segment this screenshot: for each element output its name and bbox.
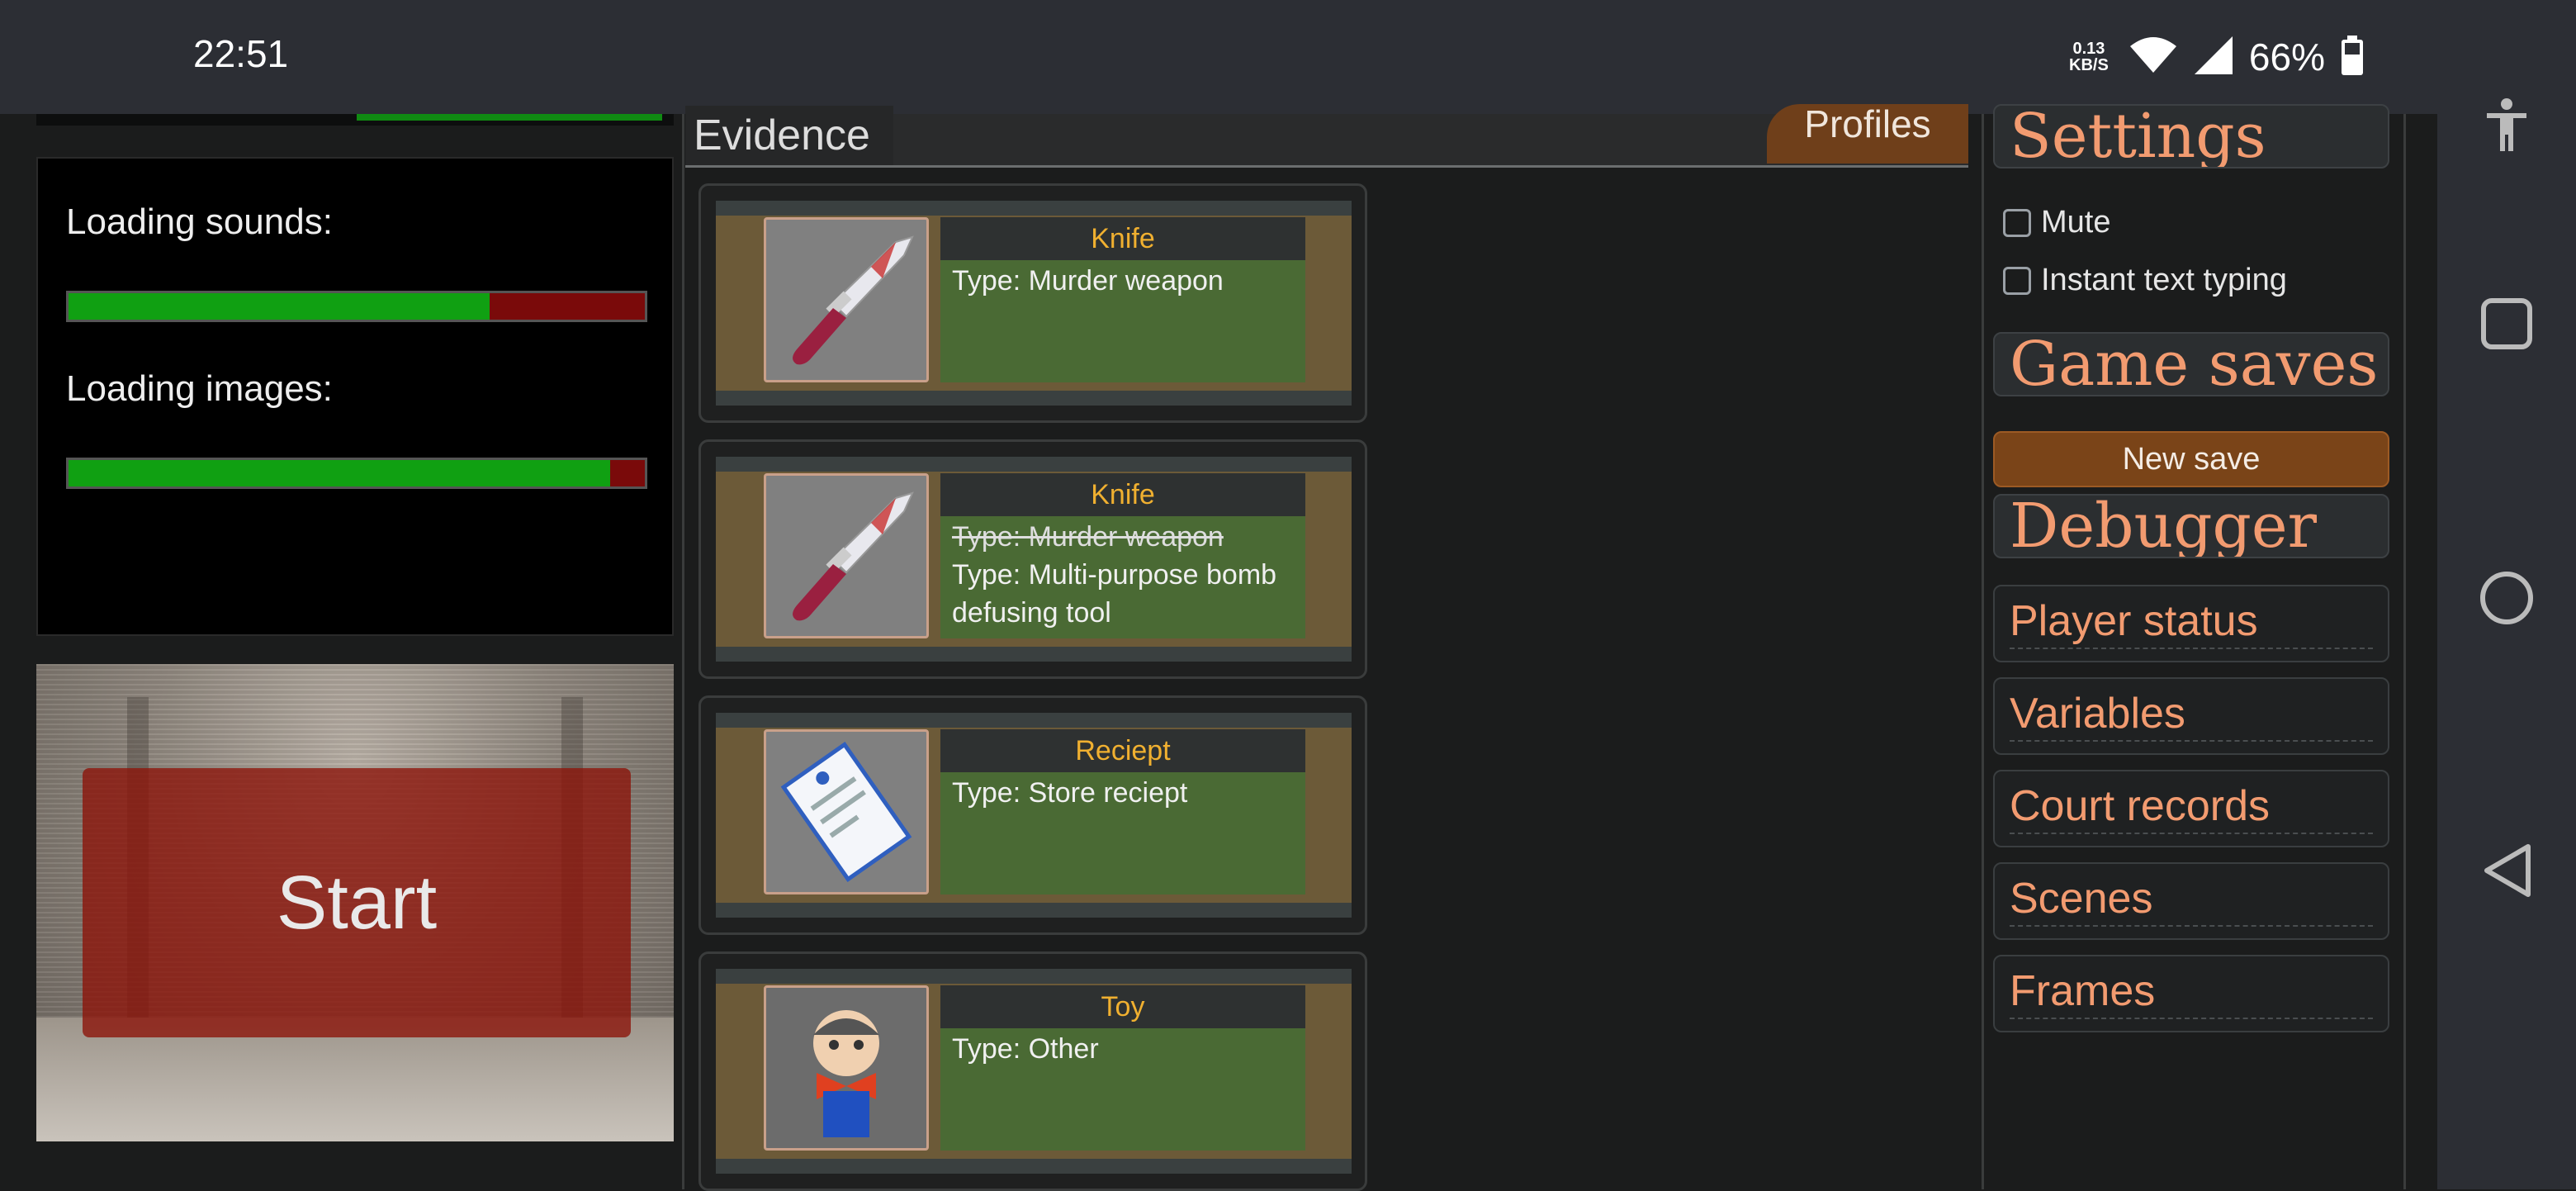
debugger-item-court-records[interactable]: Court records	[1993, 770, 2389, 847]
debugger-item-scenes[interactable]: Scenes	[1993, 862, 2389, 940]
back-icon[interactable]	[2474, 837, 2540, 904]
tab-profiles[interactable]: Profiles	[1767, 104, 1968, 164]
evidence-info: Reciept Type: Store reciept	[940, 729, 1305, 894]
loading-images-bar	[66, 458, 647, 489]
evidence-item[interactable]: Reciept Type: Store reciept	[698, 695, 1367, 935]
loading-sounds-bar	[66, 291, 647, 322]
debugger-item-variables[interactable]: Variables	[1993, 677, 2389, 755]
instant-text-checkbox[interactable]	[2003, 266, 2031, 295]
status-bar: 22:51 0.13 KB/S 66%	[0, 0, 2576, 114]
debugger-item-frames[interactable]: Frames	[1993, 955, 2389, 1032]
settings-heading: Settings	[1993, 104, 2389, 168]
recents-icon[interactable]	[2474, 291, 2540, 357]
evidence-name: Knife	[940, 217, 1305, 260]
battery-icon	[2340, 35, 2365, 80]
instant-text-option[interactable]: Instant text typing	[2003, 263, 2287, 298]
loading-images-fill	[69, 460, 611, 486]
evidence-info: Knife Type: Murder weapon Type: Multi-pu…	[940, 473, 1305, 638]
debugger-heading: Debugger	[1993, 494, 2389, 558]
mute-option[interactable]: Mute	[2003, 205, 2110, 240]
evidence-item[interactable]: Knife Type: Murder weapon Type: Multi-pu…	[698, 439, 1367, 679]
mute-checkbox[interactable]	[2003, 208, 2031, 237]
toy-icon	[764, 985, 929, 1151]
debugger-item-player-status[interactable]: Player status	[1993, 585, 2389, 662]
loading-sounds-fill	[69, 293, 490, 320]
evidence-info: Toy Type: Other	[940, 985, 1305, 1151]
network-speed: 0.13 KB/S	[2069, 40, 2109, 74]
loading-sounds-label: Loading sounds:	[66, 202, 333, 242]
loading-images-label: Loading images:	[66, 368, 333, 409]
mute-label: Mute	[2041, 205, 2111, 240]
loading-panel: Loading sounds: Loading images:	[36, 157, 674, 636]
evidence-description: Type: Store reciept	[952, 777, 1188, 809]
evidence-description: Type: Other	[952, 1033, 1099, 1065]
signal-icon	[2193, 35, 2234, 80]
evidence-info: Knife Type: Murder weapon	[940, 217, 1305, 382]
top-progress-strip	[36, 114, 674, 126]
evidence-description: Type: Murder weapon Type: Multi-purpose …	[940, 516, 1305, 633]
start-button[interactable]: Start	[83, 768, 631, 1037]
battery-percent: 66%	[2248, 36, 2325, 78]
status-icons: 0.13 KB/S 66%	[2064, 30, 2365, 84]
game-saves-heading: Game saves	[1993, 332, 2389, 396]
receipt-icon	[764, 729, 929, 894]
home-icon[interactable]	[2474, 565, 2540, 631]
knife-icon	[764, 217, 929, 382]
tab-evidence[interactable]: Evidence	[685, 106, 893, 165]
evidence-item[interactable]: Toy Type: Other	[698, 951, 1367, 1191]
knife-icon	[764, 473, 929, 638]
clock: 22:51	[193, 32, 289, 75]
panel-divider	[682, 114, 684, 1189]
instant-text-label: Instant text typing	[2041, 263, 2287, 297]
new-save-button[interactable]: New save	[1993, 431, 2389, 487]
struck-description: Type: Murder weapon	[952, 521, 1224, 553]
evidence-name: Toy	[940, 985, 1305, 1028]
title-screen: Start	[36, 664, 674, 1141]
navigation-bar	[2437, 0, 2576, 1189]
evidence-name: Reciept	[940, 729, 1305, 772]
evidence-description: Type: Murder weapon	[952, 265, 1224, 297]
evidence-name: Knife	[940, 473, 1305, 516]
wifi-icon	[2129, 35, 2178, 80]
accessibility-icon[interactable]	[2474, 93, 2540, 159]
evidence-item[interactable]: Knife Type: Murder weapon	[698, 183, 1367, 423]
